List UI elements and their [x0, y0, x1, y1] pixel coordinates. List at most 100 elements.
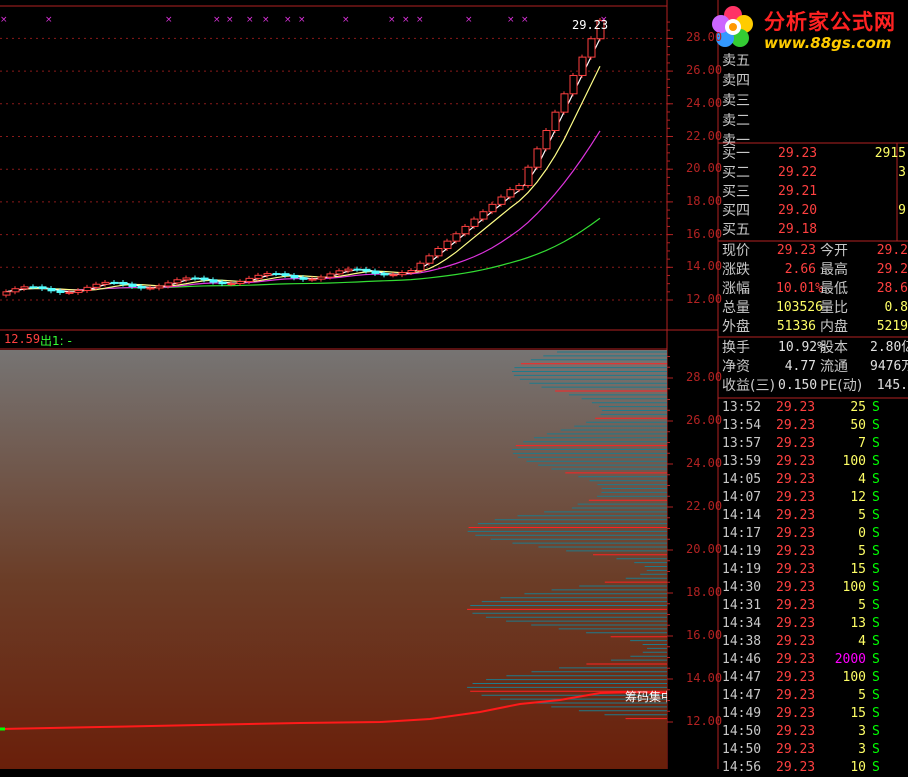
- chip-annotation: 筹码集中: [625, 690, 667, 704]
- main-axis-label: 20.00: [686, 161, 723, 176]
- tick-volume: 25: [850, 400, 866, 415]
- fundamental-value-2: 9476万: [870, 359, 908, 374]
- tick-direction: S: [872, 760, 880, 775]
- buy-level-price: 29.22: [778, 165, 818, 180]
- tick-time: 14:56: [722, 760, 762, 775]
- tick-price: 29.23: [776, 544, 816, 559]
- candle: [398, 272, 407, 276]
- tick-volume: 4: [858, 472, 866, 487]
- tick-time: 14:38: [722, 634, 762, 649]
- signal-marker: ×: [298, 15, 306, 25]
- candle: [56, 290, 65, 293]
- candle: [11, 288, 20, 293]
- sub-axis-label: 12.00: [686, 714, 723, 728]
- tick-time: 14:46: [722, 652, 762, 667]
- tick-time: 13:52: [722, 400, 762, 415]
- buy-level-row: 买五 29.18: [720, 221, 908, 239]
- buy-level-row: 买四 29.20 9: [720, 202, 908, 220]
- candle: [389, 274, 398, 277]
- tick-volume: 5: [858, 544, 866, 559]
- tick-price: 29.23: [776, 724, 816, 739]
- buy-level-label: 买五: [722, 222, 750, 238]
- tick-row: 14:49 29.23 15 S: [720, 705, 908, 723]
- main-axis-label: 12.00: [686, 292, 723, 306]
- stat-label: 现价: [722, 243, 750, 259]
- tick-price: 29.23: [776, 616, 816, 631]
- fundamental-row: 净资 4.77 流通 9476万: [720, 358, 908, 376]
- tick-price: 29.23: [776, 436, 816, 451]
- candle: [380, 272, 389, 276]
- sub-axis-label: 14.00: [686, 671, 723, 685]
- fundamental-label-2: 流通: [820, 359, 848, 375]
- buy-level-volume: 9: [898, 203, 906, 218]
- tick-direction: S: [872, 472, 880, 487]
- tick-direction: S: [872, 598, 880, 613]
- buy-level-price: 29.23: [778, 146, 818, 161]
- tick-volume: 2000: [834, 652, 866, 667]
- stat-value-2: 29.2: [876, 262, 908, 277]
- candle: [245, 277, 254, 283]
- candle: [587, 38, 596, 58]
- tick-price: 29.23: [776, 400, 816, 415]
- quote-stat-row: 涨幅 10.01% 最低 28.6: [720, 280, 908, 298]
- tick-row: 14:56 29.23 10 S: [720, 759, 908, 777]
- sub-header-value: 12.59: [4, 332, 41, 346]
- candle: [191, 277, 200, 280]
- candle: [164, 282, 173, 287]
- fundamental-label-2: 股本: [820, 340, 848, 356]
- fundamental-label: 收益(三): [722, 378, 775, 394]
- stat-label-2: 最高: [820, 262, 848, 278]
- candle: [506, 189, 515, 198]
- candle: [551, 111, 560, 132]
- tick-price: 29.23: [776, 652, 816, 667]
- candle: [236, 281, 245, 285]
- tick-row: 14:38 29.23 4 S: [720, 633, 908, 651]
- signal-marker: ×: [45, 15, 53, 25]
- fundamental-row: 换手 10.92% 股本 2.80亿: [720, 339, 908, 357]
- stat-value: 2.66: [784, 262, 816, 277]
- fundamental-value: 4.77: [784, 359, 816, 374]
- signal-marker: ×: [213, 15, 221, 25]
- tick-time: 14:14: [722, 508, 762, 523]
- tick-direction: S: [872, 490, 880, 505]
- buy-level-label: 买一: [722, 146, 750, 162]
- tick-price: 29.23: [776, 418, 816, 433]
- tick-price: 29.23: [776, 472, 816, 487]
- quote-stat-row: 现价 29.23 今开 29.2: [720, 242, 908, 260]
- tick-time: 14:50: [722, 742, 762, 757]
- tick-volume: 100: [842, 580, 866, 595]
- tick-volume: 15: [850, 706, 866, 721]
- sub-axis-label: 24.00: [686, 456, 723, 470]
- candle: [74, 289, 83, 293]
- candle: [353, 268, 362, 271]
- tick-time: 14:31: [722, 598, 762, 613]
- sub-header-label: 出1: -: [40, 334, 72, 348]
- main-axis-label: 16.00: [686, 226, 723, 241]
- stat-label-2: 今开: [820, 243, 848, 259]
- candle: [290, 274, 299, 279]
- tick-direction: S: [872, 562, 880, 577]
- tick-time: 13:59: [722, 454, 762, 469]
- candle: [128, 283, 137, 287]
- buy-level-row: 买三 29.21: [720, 183, 908, 201]
- candle: [488, 203, 497, 213]
- candle: [524, 166, 533, 187]
- signal-marker: ×: [465, 15, 473, 25]
- buy-level-row: 买一 29.23 2915: [720, 145, 908, 163]
- stat-label: 总量: [722, 300, 750, 316]
- tick-row: 13:57 29.23 7 S: [720, 435, 908, 453]
- candle: [344, 268, 353, 272]
- sell-level-label: 卖四: [722, 73, 750, 89]
- stat-value-2: 29.2: [876, 243, 908, 258]
- tick-direction: S: [872, 670, 880, 685]
- buy-level-label: 买四: [722, 203, 750, 219]
- tick-time: 14:30: [722, 580, 762, 595]
- tick-price: 29.23: [776, 562, 816, 577]
- signal-marker: ×: [262, 15, 270, 25]
- tick-volume: 12: [850, 490, 866, 505]
- signal-marker: ×: [246, 15, 254, 25]
- tick-price: 29.23: [776, 508, 816, 523]
- candle: [137, 285, 146, 289]
- fundamental-value: 0.150: [778, 378, 818, 393]
- signal-marker: ×: [0, 15, 8, 25]
